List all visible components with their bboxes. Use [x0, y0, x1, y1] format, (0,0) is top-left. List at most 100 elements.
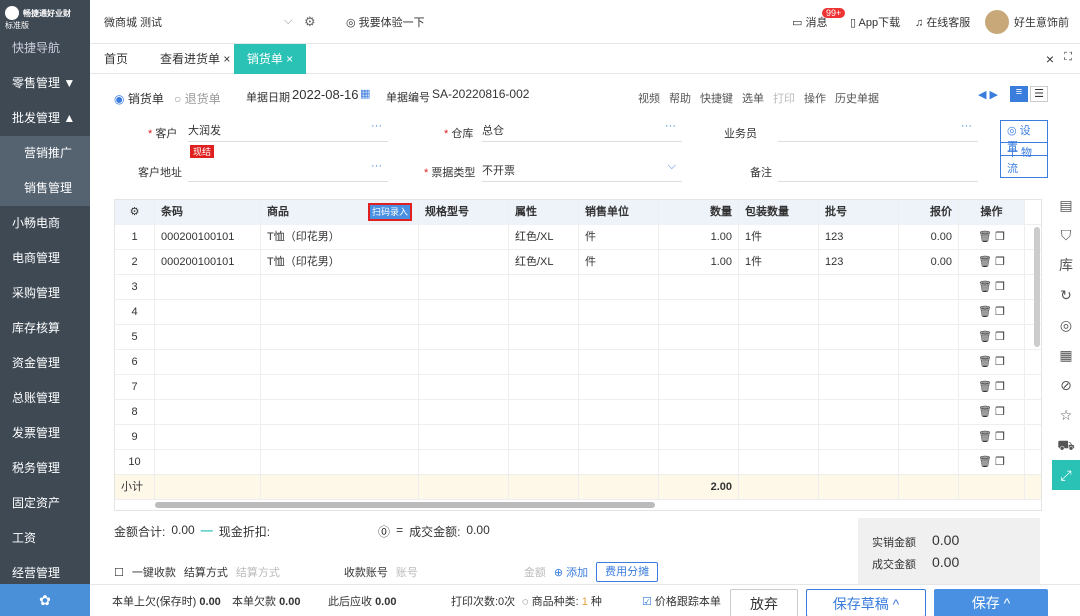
help-icon[interactable]: ⓪ — [378, 523, 390, 540]
spec-cell[interactable] — [419, 225, 509, 250]
sidebar-item-funds[interactable]: 资金管理 — [0, 346, 90, 381]
pack-cell[interactable] — [739, 450, 819, 475]
settle-method-select[interactable]: 结算方式 — [236, 564, 336, 580]
fullscreen-icon[interactable]: ⛶ — [1064, 51, 1072, 64]
track-checkbox[interactable]: ☑ 价格跟踪本单 — [642, 593, 721, 609]
delete-icon[interactable]: 🗑 — [978, 406, 992, 418]
batch-cell[interactable] — [819, 425, 899, 450]
price-cell[interactable] — [899, 275, 959, 300]
pack-cell[interactable] — [739, 275, 819, 300]
remark-field[interactable] — [778, 160, 978, 182]
calendar-icon[interactable]: ▦ — [360, 87, 370, 100]
account-input[interactable]: 账号 — [396, 564, 516, 580]
price-cell[interactable]: 0.00 — [899, 250, 959, 275]
product-cell[interactable] — [261, 325, 419, 350]
sidebar-item-assets[interactable]: 固定资产 — [0, 486, 90, 521]
delete-icon[interactable]: 🗑 — [978, 456, 992, 468]
price-cell[interactable] — [899, 300, 959, 325]
column-settings-icon[interactable]: ⚙ — [115, 200, 155, 225]
batch-cell[interactable] — [819, 275, 899, 300]
sidebar-item-ledger[interactable]: 总账管理 — [0, 381, 90, 416]
batch-cell[interactable] — [819, 400, 899, 425]
delete-icon[interactable]: 🗑 — [978, 281, 992, 293]
attr-cell[interactable] — [509, 350, 579, 375]
attr-cell[interactable] — [509, 275, 579, 300]
circle-icon[interactable]: ◎ — [1052, 310, 1080, 340]
truck-icon[interactable]: ⛟ — [1052, 430, 1080, 460]
pack-cell[interactable] — [739, 375, 819, 400]
copy-icon[interactable]: ❐ — [995, 356, 1005, 368]
sidebar-item-inventory[interactable]: 库存核算 — [0, 311, 90, 346]
qty-cell[interactable] — [659, 325, 739, 350]
checkbox-icon[interactable]: ☐ — [114, 566, 124, 579]
address-field[interactable]: ··· — [188, 160, 388, 182]
sidebar-item-salary[interactable]: 工资 — [0, 521, 90, 556]
scan-button[interactable]: 扫码录入 — [368, 203, 413, 221]
salesman-field[interactable]: ··· — [778, 120, 978, 142]
product-cell[interactable] — [261, 375, 419, 400]
attr-cell[interactable]: 红色/XL — [509, 225, 579, 250]
product-cell[interactable]: T恤（印花男） — [261, 250, 419, 275]
attr-cell[interactable]: 红色/XL — [509, 250, 579, 275]
attr-cell[interactable] — [509, 450, 579, 475]
price-cell[interactable] — [899, 325, 959, 350]
product-cell[interactable] — [261, 275, 419, 300]
more-icon[interactable]: ··· — [371, 160, 382, 172]
fee-split-button[interactable]: 费用分摊 — [596, 562, 659, 582]
shield-icon[interactable]: ⛉ — [1052, 220, 1080, 250]
delete-icon[interactable]: 🗑 — [978, 231, 992, 243]
barcode-cell[interactable] — [155, 325, 261, 350]
toolbar-select[interactable]: 选单 — [742, 90, 764, 106]
save-draft-button[interactable]: 保存草稿 ^ — [806, 589, 926, 616]
settings-icon[interactable]: ⚙ — [304, 14, 316, 30]
pack-cell[interactable] — [739, 325, 819, 350]
qty-cell[interactable]: 1.00 — [659, 250, 739, 275]
delete-icon[interactable]: 🗑 — [978, 356, 992, 368]
product-cell[interactable] — [261, 400, 419, 425]
spec-cell[interactable] — [419, 325, 509, 350]
avatar[interactable] — [985, 10, 1009, 34]
copy-icon[interactable]: ❐ — [995, 331, 1005, 343]
unit-cell[interactable] — [579, 325, 659, 350]
note-icon[interactable]: ▤ — [1052, 190, 1080, 220]
delete-icon[interactable]: 🗑 — [978, 306, 992, 318]
qty-cell[interactable] — [659, 350, 739, 375]
spec-cell[interactable] — [419, 450, 509, 475]
sidebar-item-retail[interactable]: 零售管理 ▼ — [0, 66, 90, 101]
unit-cell[interactable]: 件 — [579, 250, 659, 275]
attr-cell[interactable] — [509, 400, 579, 425]
qty-cell[interactable]: 1.00 — [659, 225, 739, 250]
copy-icon[interactable]: ❐ — [995, 306, 1005, 318]
product-cell[interactable]: T恤（印花男） — [261, 225, 419, 250]
copy-icon[interactable]: ❐ — [995, 256, 1005, 268]
grid-view-icon[interactable]: ☰ — [1030, 86, 1048, 102]
price-cell[interactable] — [899, 450, 959, 475]
calc-icon[interactable]: ▦ — [1052, 340, 1080, 370]
pack-cell[interactable] — [739, 425, 819, 450]
copy-icon[interactable]: ❐ — [995, 381, 1005, 393]
sidebar-item-wholesale[interactable]: 批发管理 ▲ — [0, 101, 90, 136]
barcode-cell[interactable]: 000200100101 — [155, 225, 261, 250]
qty-cell[interactable] — [659, 375, 739, 400]
toolbar-shortcut[interactable]: 快捷键 — [700, 90, 733, 106]
sidebar-item-xiaochang[interactable]: 小畅电商 — [0, 206, 90, 241]
product-cell[interactable] — [261, 450, 419, 475]
qty-cell[interactable] — [659, 300, 739, 325]
online-service-button[interactable]: ♫ 在线客服 — [915, 14, 970, 30]
invoice-type-select[interactable]: 不开票 ⌵ — [482, 160, 682, 182]
copy-icon[interactable]: ❐ — [995, 281, 1005, 293]
unit-cell[interactable]: 件 — [579, 225, 659, 250]
spec-cell[interactable] — [419, 250, 509, 275]
gear-icon[interactable]: ✿ — [0, 584, 90, 616]
barcode-cell[interactable] — [155, 375, 261, 400]
product-cell[interactable] — [261, 300, 419, 325]
pack-cell[interactable] — [739, 400, 819, 425]
vertical-scrollbar[interactable] — [1034, 227, 1040, 347]
sidebar-item-tax[interactable]: 税务管理 — [0, 451, 90, 486]
batch-cell[interactable]: 123 — [819, 225, 899, 250]
delete-icon[interactable]: 🗑 — [978, 331, 992, 343]
list-view-icon[interactable]: ≡ — [1010, 86, 1028, 102]
price-cell[interactable] — [899, 350, 959, 375]
product-cell[interactable] — [261, 350, 419, 375]
star-icon[interactable]: ☆ — [1052, 400, 1080, 430]
